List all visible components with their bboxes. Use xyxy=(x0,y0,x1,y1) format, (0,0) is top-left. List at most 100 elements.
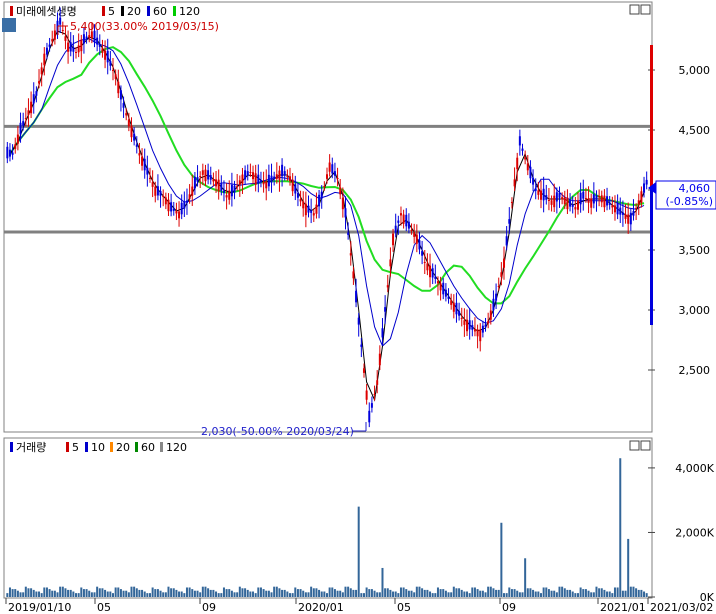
volume-bar xyxy=(30,588,33,597)
volume-bar xyxy=(640,589,643,597)
candle-body xyxy=(244,170,247,180)
candle-body xyxy=(16,134,19,144)
panel-settings-icon[interactable] xyxy=(2,18,16,32)
candle-body xyxy=(283,171,286,176)
volume-bar xyxy=(56,592,59,597)
candle-body xyxy=(122,103,125,108)
legend-marker xyxy=(110,442,113,452)
candle-body xyxy=(399,213,402,216)
volume-bar xyxy=(199,592,202,597)
minimize-icon[interactable] xyxy=(629,440,640,451)
candle-body xyxy=(555,192,558,202)
volume-bar xyxy=(296,589,299,597)
legend-item-5: 5 xyxy=(108,5,115,18)
candle-body xyxy=(294,184,297,194)
candle-body xyxy=(492,298,495,311)
volume-bar xyxy=(304,592,307,597)
candle-body xyxy=(331,164,334,174)
candle-body xyxy=(252,172,255,180)
volume-bar xyxy=(259,587,262,597)
candle-body xyxy=(407,221,410,229)
volume-bar xyxy=(230,590,233,597)
legend-marker xyxy=(160,442,163,452)
x-tick-label: 09 xyxy=(202,601,216,614)
candle-body xyxy=(405,214,408,227)
volume-bar xyxy=(151,587,154,597)
volume-bar xyxy=(193,590,196,597)
candle-body xyxy=(415,234,418,244)
candle-body xyxy=(85,36,88,39)
candle-body xyxy=(471,325,474,330)
candle-body xyxy=(220,183,223,191)
candle-body xyxy=(302,201,305,209)
candle-body xyxy=(125,113,128,116)
candle-body xyxy=(357,317,360,325)
volume-bar xyxy=(392,591,395,597)
volume-bar xyxy=(508,587,511,597)
candle-body xyxy=(304,203,307,216)
volume-bar xyxy=(542,587,545,597)
candle-body xyxy=(130,125,133,138)
volume-bar xyxy=(466,591,469,597)
volume-bar xyxy=(289,593,292,597)
volume-bar xyxy=(88,590,91,597)
candle-body xyxy=(436,281,439,284)
legend-marker xyxy=(147,6,150,16)
candle-body xyxy=(82,34,85,44)
volume-bar xyxy=(228,589,231,597)
y-tick-label: 3,500 xyxy=(679,244,711,257)
candle-body xyxy=(439,283,442,291)
volume-bar xyxy=(146,593,149,597)
candle-body xyxy=(8,149,11,157)
volume-bar xyxy=(473,587,476,597)
volume-bar xyxy=(521,592,524,597)
maximize-icon[interactable] xyxy=(640,440,651,451)
volume-bar xyxy=(310,586,313,597)
maximize-icon[interactable] xyxy=(640,4,651,15)
volume-bar xyxy=(191,589,194,597)
candle-body xyxy=(267,174,270,187)
volume-bar xyxy=(489,586,492,597)
volume-bar xyxy=(252,591,255,597)
volume-bar xyxy=(80,587,83,597)
volume-bar xyxy=(262,589,265,597)
candle-body xyxy=(151,182,154,187)
candle-body xyxy=(347,232,350,235)
volume-bar xyxy=(590,592,593,597)
candle-body xyxy=(621,212,624,215)
volume-bar xyxy=(569,589,572,597)
volume-bar xyxy=(101,588,104,597)
candle-body xyxy=(537,190,540,195)
volume-bar xyxy=(434,593,437,597)
volume-bar xyxy=(183,593,186,597)
candle-body xyxy=(505,236,508,246)
volume-bar xyxy=(225,589,228,597)
candle-body xyxy=(394,225,397,233)
candle-body xyxy=(635,208,638,209)
candle-body xyxy=(156,186,159,196)
volume-bar xyxy=(450,592,453,597)
volume-bar xyxy=(458,588,461,597)
candle-body xyxy=(529,166,532,179)
candle-body xyxy=(574,207,577,210)
candle-body xyxy=(484,324,487,327)
volume-bar xyxy=(302,590,305,597)
candle-body xyxy=(476,329,479,337)
volume-bar xyxy=(315,588,318,597)
volume-bar xyxy=(61,586,64,597)
minimize-icon[interactable] xyxy=(629,4,640,15)
candle-body xyxy=(281,164,284,177)
x-tick-label: 09 xyxy=(502,601,516,614)
volume-bar xyxy=(64,588,67,597)
volume-bar xyxy=(370,589,373,597)
candle-body xyxy=(645,179,648,185)
volume-bar xyxy=(217,593,220,597)
candle-body xyxy=(35,91,38,96)
volume-bar xyxy=(11,589,14,597)
volume-bar xyxy=(22,592,25,597)
candle-body xyxy=(191,186,194,196)
volume-bar xyxy=(307,592,310,597)
candle-body xyxy=(112,70,114,71)
y-tick-label: 3,000 xyxy=(679,304,711,317)
volume-bar xyxy=(180,591,183,597)
